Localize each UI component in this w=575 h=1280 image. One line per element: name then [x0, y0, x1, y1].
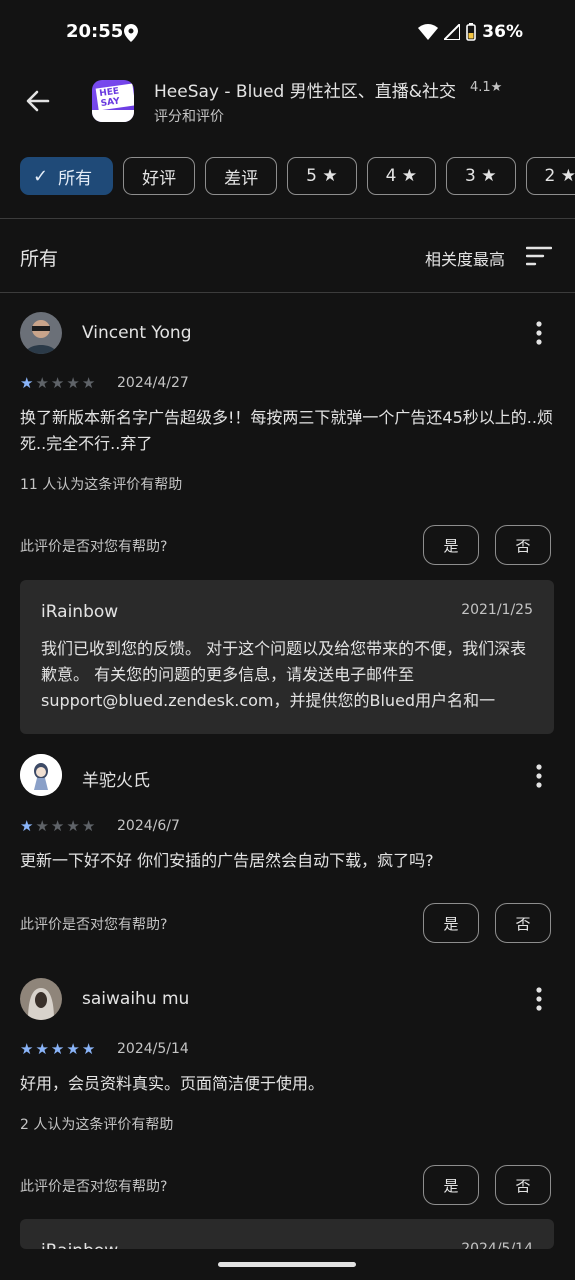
star-icon: ★: [81, 374, 96, 392]
divider: [0, 292, 575, 293]
review-date: 2024/5/14: [117, 1041, 189, 1057]
star-icon: ★: [50, 817, 65, 835]
chip-negative[interactable]: 差评: [205, 157, 278, 195]
review-text: 更新一下好不好 你们安插的广告居然会自动下载，疯了吗?: [20, 851, 434, 870]
more-options-icon[interactable]: [535, 320, 543, 346]
chip-positive[interactable]: 好评: [123, 157, 196, 195]
star-icon: ★: [50, 374, 65, 392]
avatar: [20, 312, 62, 354]
avatar: [20, 754, 62, 796]
developer-name: iRainbow: [41, 1241, 118, 1249]
reviewer-name: Vincent Yong: [82, 323, 192, 343]
yes-button[interactable]: 是: [423, 1165, 479, 1205]
no-button[interactable]: 否: [495, 1165, 551, 1205]
reply-date: 2021/1/25: [461, 602, 533, 618]
back-arrow-icon[interactable]: [22, 86, 52, 116]
star-icon: ★: [66, 1040, 80, 1058]
chip-4-star[interactable]: 4 ★: [366, 157, 437, 195]
star-icon: ★: [81, 817, 96, 835]
battery-icon: [466, 23, 477, 41]
developer-reply: iRainbow 2024/5/14: [20, 1219, 554, 1249]
page-subtitle: 评分和评价: [154, 109, 224, 125]
wifi-icon: [418, 24, 439, 40]
star-rating: ★ ★ ★ ★ ★: [20, 817, 95, 835]
yes-button[interactable]: 是: [423, 903, 479, 943]
chip-5-star[interactable]: 5 ★: [287, 157, 357, 195]
review-text: 换了新版本新名字广告超级多!！每按两三下就弹一个广告还45秒以上的..烦死..完…: [20, 408, 553, 453]
star-icon: ★: [35, 374, 49, 392]
review-date: 2024/6/7: [117, 818, 180, 834]
reviewer-name: 羊驼火氏: [82, 771, 150, 791]
review-date: 2024/4/27: [117, 375, 189, 391]
filter-label: 所有: [20, 248, 59, 270]
avatar: [20, 978, 62, 1020]
helpful-question: 此评价是否对您有帮助?: [20, 1179, 168, 1195]
star-icon: ★: [35, 1040, 49, 1058]
status-right: 36%: [418, 22, 523, 42]
developer-reply: iRainbow 2021/1/25 我们已收到您的反馈。 对于这个问题以及给您…: [20, 580, 554, 734]
star-icon: ★: [20, 374, 34, 392]
chip-3-star[interactable]: 3 ★: [446, 157, 516, 195]
star-icon: ★: [66, 817, 80, 835]
star-rating: ★ ★ ★ ★ ★: [20, 1040, 95, 1058]
battery-level: 36%: [482, 22, 523, 42]
app-title: HeeSay - Blued 男性社区、直播&社交: [154, 82, 456, 102]
review-text: 好用，会员资料真实。页面简洁便于使用。: [20, 1074, 325, 1093]
reply-date: 2024/5/14: [461, 1241, 533, 1249]
more-options-icon[interactable]: [535, 763, 543, 789]
yes-button[interactable]: 是: [423, 525, 479, 565]
app-icon: HEE SAY: [92, 80, 134, 122]
star-icon: ★: [66, 374, 80, 392]
signal-icon: [444, 24, 461, 40]
filter-chips: ✓ 所有 好评 差评 5 ★ 4 ★ 3 ★ 2 ★: [20, 157, 575, 195]
star-icon: ★: [35, 817, 49, 835]
no-button[interactable]: 否: [495, 525, 551, 565]
chip-all[interactable]: ✓ 所有: [20, 157, 114, 195]
no-button[interactable]: 否: [495, 903, 551, 943]
helpful-count: 11 人认为这条评价有帮助: [20, 477, 183, 493]
check-icon: ✓: [33, 165, 49, 187]
sort-icon[interactable]: [526, 245, 552, 267]
helpful-count: 2 人认为这条评价有帮助: [20, 1117, 174, 1133]
chip-2-star[interactable]: 2 ★: [525, 157, 575, 195]
status-time: 20:55: [66, 21, 124, 42]
reply-text: 我们已收到您的反馈。 对于这个问题以及给您带来的不便，我们深表歉意。 有关您的问…: [41, 639, 527, 710]
star-rating: ★ ★ ★ ★ ★: [20, 374, 95, 392]
star-icon: ★: [50, 1040, 65, 1058]
gesture-nav-bar[interactable]: [218, 1262, 356, 1267]
helpful-question: 此评价是否对您有帮助?: [20, 917, 168, 933]
divider: [0, 218, 575, 219]
app-rating: 4.1★: [470, 80, 503, 95]
sort-dropdown[interactable]: 相关度最高: [425, 246, 505, 270]
helpful-question: 此评价是否对您有帮助?: [20, 539, 168, 555]
star-icon: ★: [81, 1040, 96, 1058]
more-options-icon[interactable]: [535, 986, 543, 1012]
app-icon-logo: HEE SAY: [95, 83, 134, 111]
star-icon: ★: [20, 1040, 34, 1058]
star-icon: ★: [20, 817, 34, 835]
status-bar: 20:55 36%: [0, 0, 575, 64]
reviewer-name: saiwaihu mu: [82, 989, 190, 1009]
developer-name: iRainbow: [41, 602, 119, 622]
location-icon: [124, 24, 138, 42]
